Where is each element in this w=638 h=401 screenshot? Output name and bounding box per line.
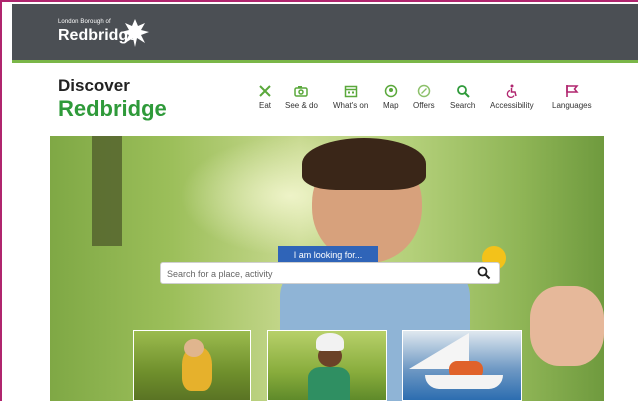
offer-tag-icon: [417, 84, 431, 98]
feature-card-woodland[interactable]: [133, 330, 251, 401]
feature-card-sailing[interactable]: [402, 330, 522, 401]
search-input[interactable]: [165, 265, 469, 283]
search-box: [160, 262, 500, 284]
calendar-icon: [344, 85, 357, 98]
card-cyclist-helmet: [316, 333, 344, 351]
nav-search[interactable]: Search: [450, 84, 475, 110]
search-button-icon[interactable]: [477, 266, 491, 280]
header-accent-rule: [12, 60, 638, 63]
council-logo[interactable]: London Borough of Redbridge: [58, 16, 168, 52]
camera-icon: [294, 86, 309, 97]
nav-map-label: Map: [383, 101, 399, 110]
cutlery-icon: [259, 85, 271, 97]
flag-icon: [565, 85, 579, 97]
nav-see-and-do-label: See & do: [285, 101, 318, 110]
nav-map[interactable]: Map: [383, 84, 399, 110]
nav-see-and-do[interactable]: See & do: [285, 84, 318, 110]
brand-line-2: Redbridge: [58, 96, 167, 121]
nav-accessibility-label: Accessibility: [490, 101, 534, 110]
nav-eat[interactable]: Eat: [258, 84, 272, 110]
nav-accessibility[interactable]: Accessibility: [490, 84, 534, 110]
nav-whats-on-label: What's on: [333, 101, 369, 110]
card-cyclist-shirt: [308, 367, 350, 400]
brand-line-1: Discover: [58, 76, 130, 95]
wheelchair-icon: [506, 84, 517, 98]
card-boat-hull: [425, 375, 503, 389]
map-pin-icon: [384, 84, 398, 98]
nav-languages-label: Languages: [552, 101, 592, 110]
feature-card-cycling[interactable]: [267, 330, 387, 401]
search-icon: [456, 85, 470, 98]
hero-child-hair: [302, 138, 426, 190]
nav-eat-label: Eat: [258, 101, 271, 110]
card-child-head: [184, 339, 204, 357]
nav-offers-label: Offers: [413, 101, 435, 110]
nav-whats-on[interactable]: What's on: [333, 84, 368, 110]
council-header-bar: London Borough of Redbridge: [12, 4, 638, 60]
nav-offers[interactable]: Offers: [413, 84, 435, 110]
hero-adult-hand: [530, 286, 604, 366]
discover-redbridge-logo[interactable]: Discover Redbridge: [58, 77, 167, 121]
nav-languages[interactable]: Languages: [552, 84, 592, 110]
nav-search-label: Search: [450, 101, 476, 110]
hero-tree-trunk: [92, 136, 122, 246]
oak-leaf-logo-icon: [121, 19, 149, 47]
council-logo-subtitle: London Borough of: [58, 19, 111, 25]
